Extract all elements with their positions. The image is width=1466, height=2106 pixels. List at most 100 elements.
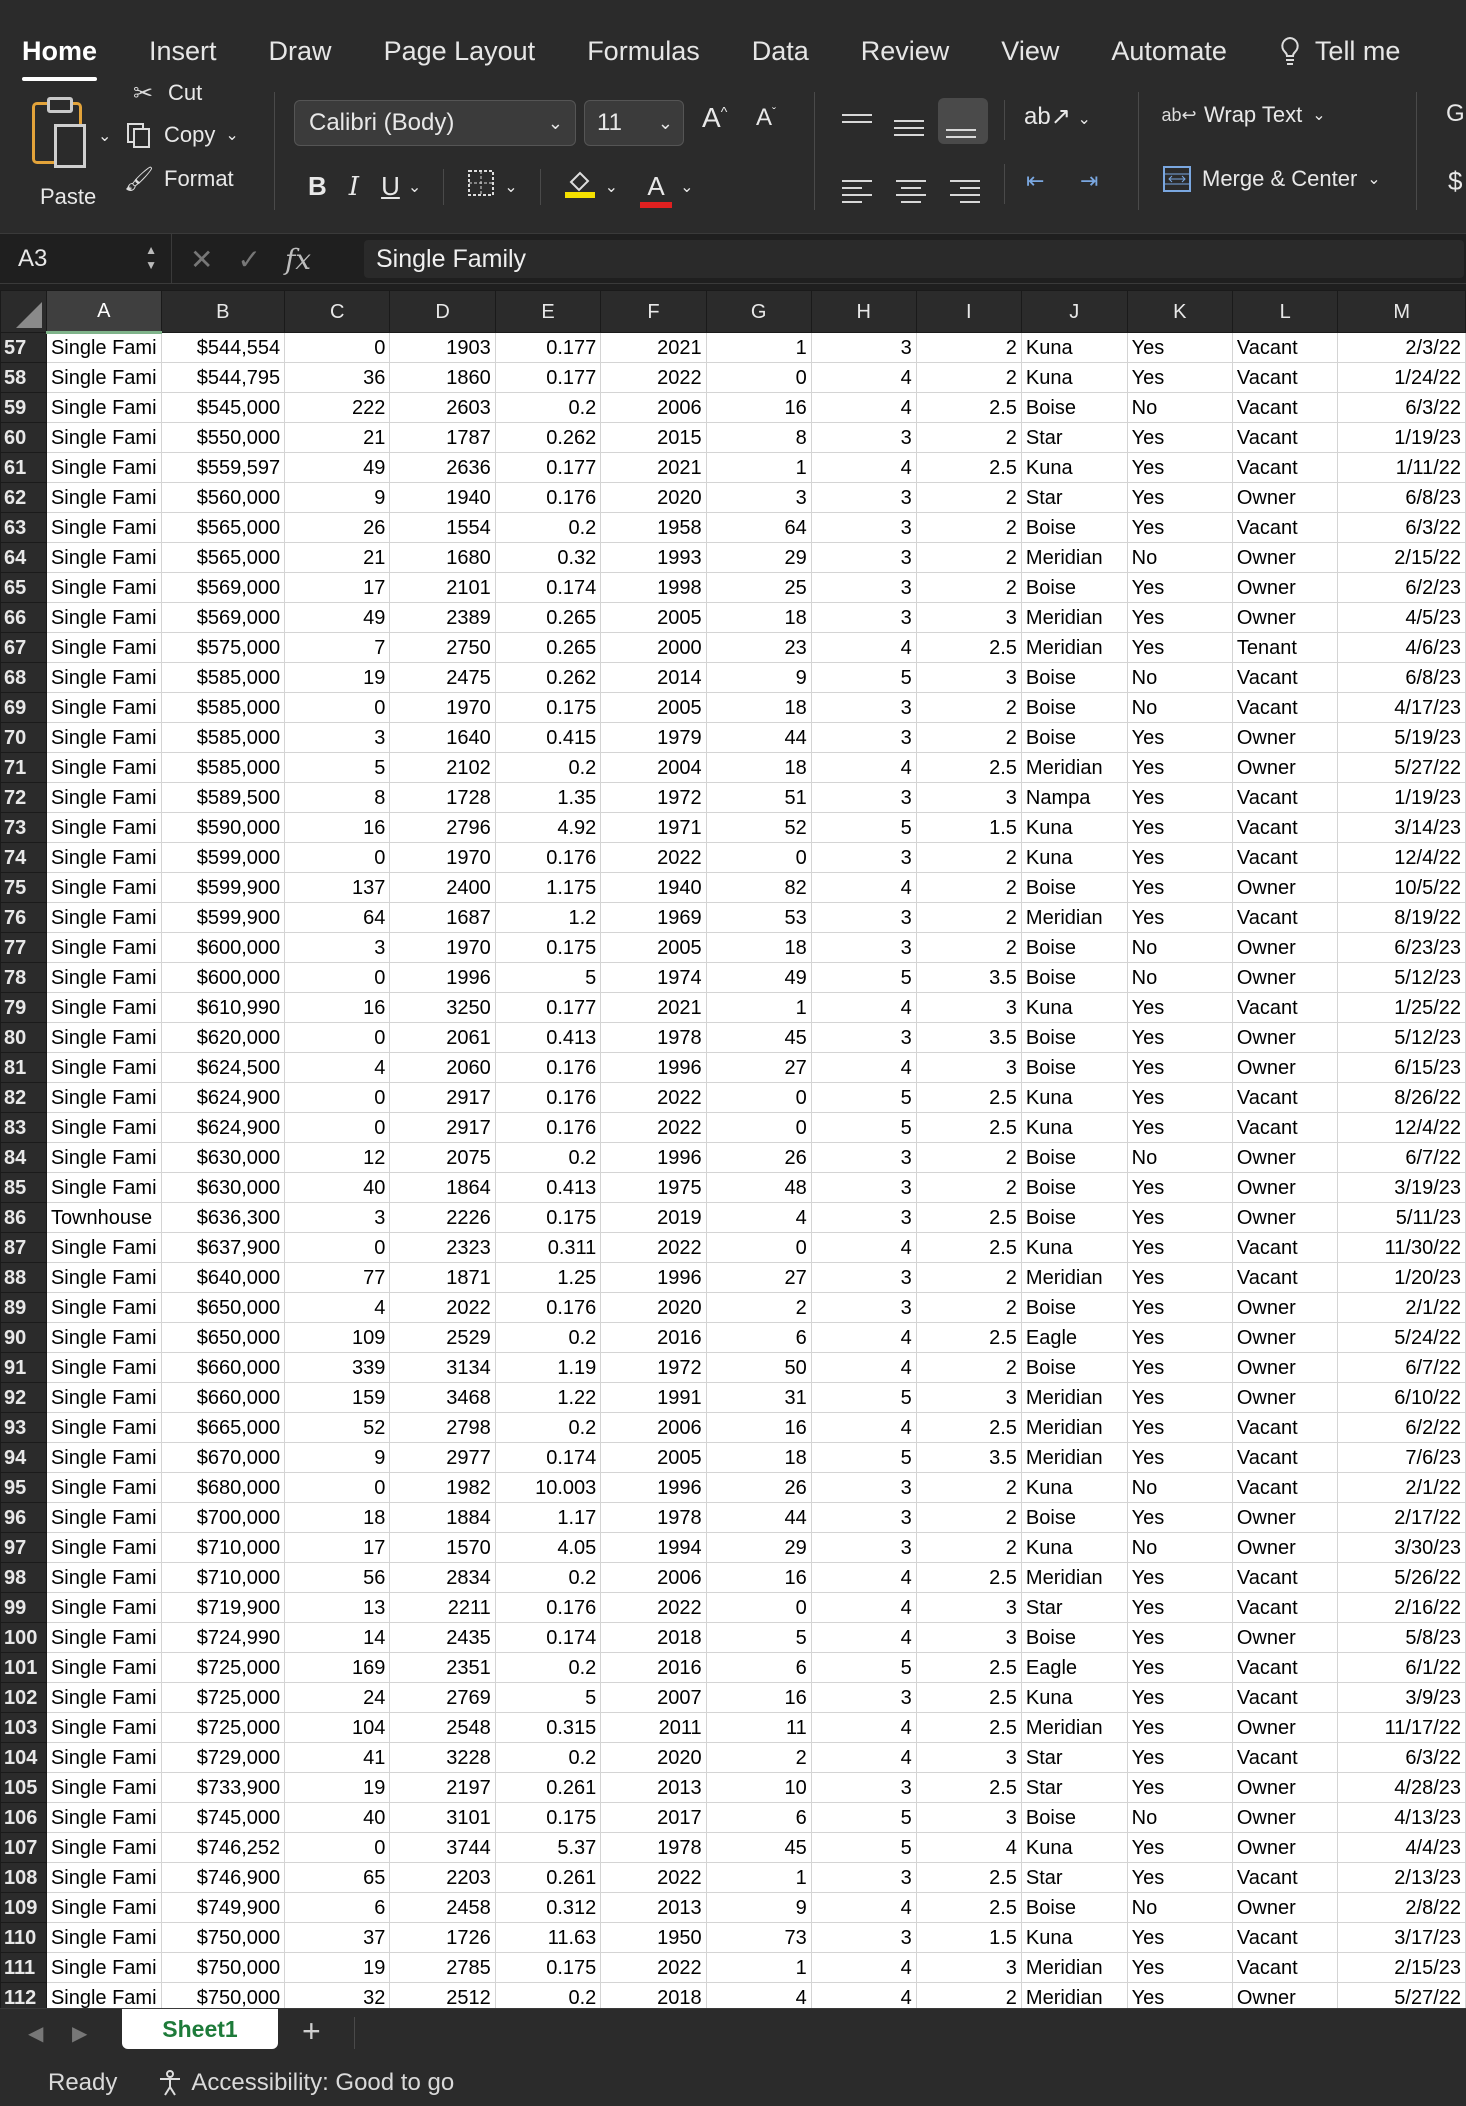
- fill-color-icon[interactable]: [563, 166, 597, 207]
- cell-j[interactable]: Meridian: [1020, 632, 1128, 663]
- cell-b[interactable]: $750,000: [160, 1952, 286, 1983]
- row-header[interactable]: 79: [0, 992, 47, 1023]
- cell-i[interactable]: 3: [915, 602, 1022, 633]
- cell-b[interactable]: $640,000: [160, 1262, 286, 1293]
- cell-b[interactable]: $560,000: [160, 482, 286, 513]
- orientation-icon[interactable]: ab↗ ⌄: [1024, 102, 1091, 131]
- cell-h[interactable]: 4: [810, 1352, 917, 1383]
- cell-b[interactable]: $610,990: [160, 992, 286, 1023]
- cell-i[interactable]: 2: [915, 542, 1022, 573]
- cell-f[interactable]: 2018: [600, 1622, 707, 1653]
- cell-k[interactable]: No: [1126, 1142, 1233, 1173]
- chevron-down-icon[interactable]: ⌄: [98, 126, 111, 146]
- cell-i[interactable]: 3: [915, 1622, 1022, 1653]
- row-header[interactable]: 65: [0, 572, 47, 603]
- cell-c[interactable]: 65: [284, 1862, 391, 1893]
- cell-e[interactable]: 0.176: [494, 1112, 602, 1143]
- cell-l[interactable]: Vacant: [1231, 1562, 1339, 1593]
- cell-g[interactable]: 0: [705, 1592, 812, 1623]
- cell-f[interactable]: 1958: [600, 512, 707, 543]
- cell-m[interactable]: 2/13/23: [1337, 1862, 1466, 1893]
- cell-c[interactable]: 137: [284, 872, 391, 903]
- cell-j[interactable]: Boise: [1020, 1622, 1128, 1653]
- confirm-icon[interactable]: ✓: [237, 243, 260, 276]
- cell-j[interactable]: Boise: [1020, 962, 1128, 993]
- cell-j[interactable]: Boise: [1020, 392, 1128, 423]
- cell-e[interactable]: 0.176: [494, 1052, 602, 1083]
- cell-a[interactable]: Single Fami: [45, 1142, 162, 1173]
- cell-m[interactable]: 4/28/23: [1337, 1772, 1466, 1803]
- cell-j[interactable]: Meridian: [1020, 1442, 1128, 1473]
- cell-k[interactable]: Yes: [1126, 1742, 1233, 1773]
- cell-l[interactable]: Owner: [1231, 872, 1339, 903]
- cell-f[interactable]: 2022: [600, 1952, 707, 1983]
- cell-c[interactable]: 169: [284, 1652, 391, 1683]
- cell-m[interactable]: 2/17/22: [1337, 1502, 1466, 1533]
- cell-f[interactable]: 2018: [600, 1982, 707, 2008]
- cell-g[interactable]: 4: [705, 1202, 812, 1233]
- cell-c[interactable]: 19: [284, 662, 391, 693]
- cell-j[interactable]: Boise: [1020, 1292, 1128, 1323]
- cell-l[interactable]: Vacant: [1231, 812, 1339, 843]
- cell-m[interactable]: 2/16/22: [1337, 1592, 1466, 1623]
- cell-a[interactable]: Single Fami: [45, 1082, 162, 1113]
- row-header[interactable]: 100: [0, 1622, 47, 1653]
- cell-h[interactable]: 4: [810, 752, 917, 783]
- tab-draw[interactable]: Draw: [269, 36, 332, 67]
- cell-e[interactable]: 0.175: [494, 1952, 602, 1983]
- cell-j[interactable]: Boise: [1020, 572, 1128, 603]
- cell-a[interactable]: Single Fami: [45, 1502, 162, 1533]
- cell-f[interactable]: 2005: [600, 602, 707, 633]
- cell-h[interactable]: 4: [810, 1592, 917, 1623]
- cell-b[interactable]: $575,000: [160, 632, 286, 663]
- cell-l[interactable]: Owner: [1231, 1982, 1339, 2008]
- cell-c[interactable]: 4: [284, 1052, 391, 1083]
- cell-k[interactable]: Yes: [1126, 332, 1233, 363]
- cell-g[interactable]: 0: [705, 362, 812, 393]
- cell-a[interactable]: Single Fami: [45, 872, 162, 903]
- tab-review[interactable]: Review: [861, 36, 950, 67]
- cell-c[interactable]: 64: [284, 902, 391, 933]
- cell-a[interactable]: Single Fami: [45, 1112, 162, 1143]
- cell-f[interactable]: 2011: [600, 1712, 707, 1743]
- cell-l[interactable]: Owner: [1231, 1712, 1339, 1743]
- cell-m[interactable]: 11/17/22: [1337, 1712, 1466, 1743]
- cell-h[interactable]: 5: [810, 1442, 917, 1473]
- cell-c[interactable]: 52: [284, 1412, 391, 1443]
- cell-f[interactable]: 2020: [600, 1742, 707, 1773]
- cell-m[interactable]: 11/30/22: [1337, 1232, 1466, 1263]
- cell-l[interactable]: Vacant: [1231, 392, 1339, 423]
- cell-a[interactable]: Single Fami: [45, 1622, 162, 1653]
- cut-button[interactable]: ✂ Cut: [128, 78, 202, 108]
- cell-f[interactable]: 2013: [600, 1892, 707, 1923]
- cell-b[interactable]: $670,000: [160, 1442, 286, 1473]
- cell-l[interactable]: Owner: [1231, 1202, 1339, 1233]
- cell-e[interactable]: 5: [494, 1682, 602, 1713]
- cell-l[interactable]: Owner: [1231, 752, 1339, 783]
- cell-e[interactable]: 0.265: [494, 632, 602, 663]
- cell-g[interactable]: 1: [705, 1862, 812, 1893]
- row-header[interactable]: 72: [0, 782, 47, 813]
- cell-g[interactable]: 6: [705, 1322, 812, 1353]
- cell-b[interactable]: $660,000: [160, 1382, 286, 1413]
- cell-g[interactable]: 25: [705, 572, 812, 603]
- cell-k[interactable]: No: [1126, 932, 1233, 963]
- cell-e[interactable]: 0.2: [494, 1982, 602, 2008]
- cell-d[interactable]: 1640: [389, 722, 496, 753]
- cell-l[interactable]: Vacant: [1231, 692, 1339, 723]
- cell-c[interactable]: 6: [284, 1892, 391, 1923]
- cell-h[interactable]: 4: [810, 632, 917, 663]
- cell-g[interactable]: 1: [705, 452, 812, 483]
- row-header[interactable]: 108: [0, 1862, 47, 1893]
- cell-e[interactable]: 0.177: [494, 362, 602, 393]
- tab-formulas[interactable]: Formulas: [587, 36, 700, 67]
- cell-m[interactable]: 6/3/22: [1337, 1742, 1466, 1773]
- cell-j[interactable]: Star: [1020, 1772, 1128, 1803]
- cell-a[interactable]: Single Fami: [45, 1412, 162, 1443]
- cell-c[interactable]: 0: [284, 1232, 391, 1263]
- row-header[interactable]: 61: [0, 452, 47, 483]
- select-all-button[interactable]: [0, 290, 47, 333]
- cell-a[interactable]: Single Fami: [45, 512, 162, 543]
- borders-icon[interactable]: [466, 168, 496, 205]
- cell-f[interactable]: 1978: [600, 1022, 707, 1053]
